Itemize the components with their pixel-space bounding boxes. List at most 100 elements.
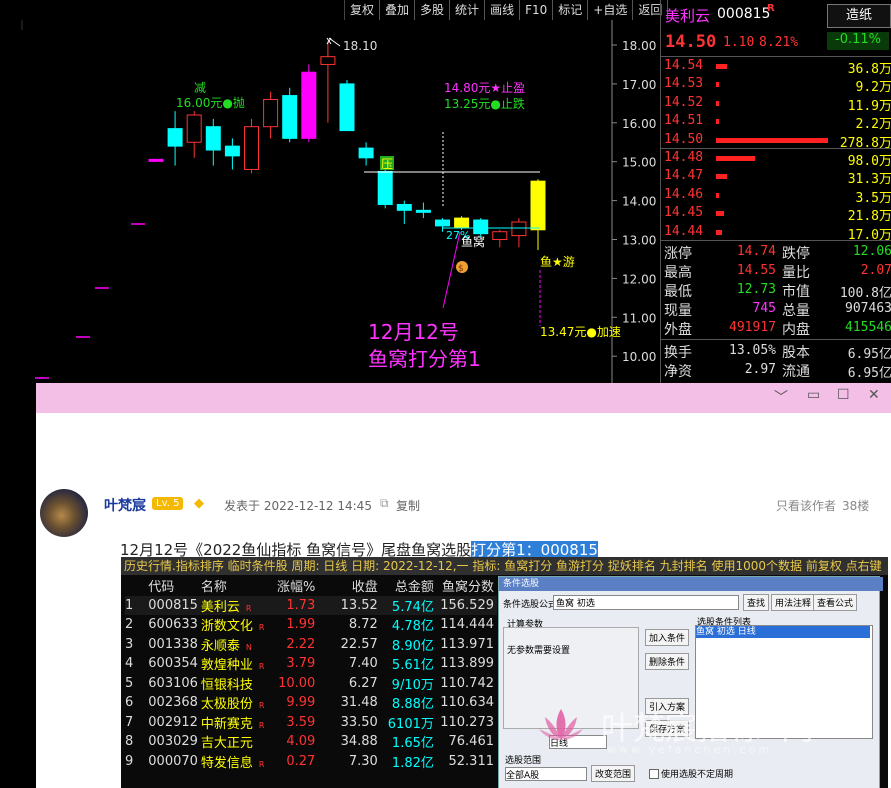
- floor-number: 38楼: [842, 499, 870, 513]
- table-row[interactable]: 6 002368 太极股份 R 9.99 31.48 8.88亿 110.634: [125, 693, 497, 713]
- column-header[interactable]: 鱼窝分数: [437, 576, 497, 596]
- candle: [301, 64, 317, 143]
- chart-toolbar: 复权 叠加 多股 统计 画线 F10 标记 +自选 返回: [344, 0, 669, 20]
- table-row[interactable]: 8 003029 吉大正元 4.09 34.88 1.65亿 76.461: [125, 732, 497, 752]
- row-name-text: 浙数文化: [200, 619, 253, 635]
- stat-label: 最高: [664, 265, 692, 281]
- ask-row: 14.51 2.2万: [664, 113, 891, 132]
- table-row[interactable]: 1 000815 美利云 R 1.73 13.52 5.74亿 156.529: [125, 595, 497, 616]
- copy-icon: ⧉: [380, 496, 389, 510]
- take-profit-label: 14.80元★止盈: [444, 81, 525, 95]
- toolbar-button[interactable]: 多股: [415, 0, 451, 20]
- sector-button[interactable]: 造纸: [827, 4, 891, 28]
- column-header[interactable]: 代码: [148, 576, 201, 596]
- ask-price: 14.52: [664, 94, 704, 110]
- column-header[interactable]: 总金额: [381, 576, 437, 596]
- row-amount: 8.88亿: [391, 697, 434, 713]
- toolbar-button[interactable]: 叠加: [380, 0, 416, 20]
- row-score: 52.311: [448, 753, 495, 769]
- bid-volume-bar: [716, 192, 719, 198]
- column-header[interactable]: 收盘: [318, 576, 380, 596]
- lotus-logo-icon: [537, 705, 585, 745]
- row-number: 7: [125, 714, 134, 730]
- row-number: 6: [125, 695, 134, 711]
- future-checkbox[interactable]: [649, 769, 659, 779]
- view-formula-button[interactable]: 查看公式: [813, 594, 858, 611]
- formula-select[interactable]: 鱼窝 初选: [553, 595, 739, 610]
- column-header[interactable]: 名称: [201, 576, 269, 596]
- row-name: 美利云 R: [201, 596, 269, 616]
- table-row[interactable]: 4 600354 敦煌种业 R 3.79 7.40 5.61亿 113.899: [125, 654, 497, 674]
- toolbar-button[interactable]: 复权: [345, 0, 381, 20]
- bid-volume: 98.0万: [847, 154, 891, 169]
- candlestick-chart[interactable]: 18.00 17.00 16.00 15.00 14.00 13.00 12.00 11.00…: [0, 20, 660, 400]
- close-button[interactable]: ✕: [868, 387, 880, 403]
- toolbar-button[interactable]: F10: [520, 0, 554, 20]
- stat-value: 6.95亿: [847, 366, 891, 381]
- candle: [282, 87, 298, 143]
- candle: [186, 111, 202, 158]
- row-name-text: 中新赛克: [200, 716, 253, 732]
- toolbar-button[interactable]: 画线: [485, 0, 521, 20]
- username[interactable]: 叶梵宸: [104, 495, 146, 515]
- watermark-url: www.yefanchen.com: [607, 743, 773, 756]
- row-amount: 8.90亿: [391, 638, 434, 654]
- only-author-link[interactable]: 只看该作者: [776, 497, 836, 514]
- restore-button[interactable]: ▭: [807, 387, 820, 403]
- bid-row: 14.46 3.5万: [664, 187, 891, 206]
- row-change: 1.73: [286, 597, 316, 613]
- stat-label: 涨停: [664, 246, 692, 262]
- ask-volume: 11.9万: [847, 98, 891, 114]
- row-code: 003029: [148, 734, 198, 750]
- stat-label: 净资: [664, 364, 692, 380]
- ask-price: 14.54: [664, 58, 704, 73]
- stat-row: 净资 2.97 流通 6.95亿: [664, 361, 891, 381]
- embedded-screenshot: 历史行情.指标排序 临时条件股 周期: 日线 日期: 2022-12-12,一 …: [121, 557, 888, 788]
- add-condition-button[interactable]: 加入条件: [645, 629, 690, 646]
- table-row[interactable]: 3 001338 永顺泰 N 2.22 22.57 8.90亿 113.971: [125, 635, 497, 655]
- avatar[interactable]: [40, 489, 88, 537]
- ask-volume-bar: [716, 137, 828, 143]
- change-range-button[interactable]: 改变范围: [591, 765, 636, 782]
- collapse-button[interactable]: ﹀: [774, 387, 788, 407]
- delete-condition-button[interactable]: 删除条件: [645, 653, 690, 670]
- row-number: 3: [125, 636, 134, 652]
- stat-value: 12.06: [852, 244, 891, 259]
- y-tick-label: 18.00: [622, 39, 656, 53]
- row-change: 1.99: [286, 617, 316, 633]
- bid-row: 14.44 17.0万: [664, 224, 891, 243]
- table-row[interactable]: 7 002912 中新赛克 R 3.59 33.50 6101万 110.273: [125, 713, 497, 733]
- condition-list-item[interactable]: 鱼窝 初选 日线: [696, 626, 870, 638]
- row-close: 31.48: [340, 695, 378, 711]
- find-button[interactable]: 查找: [743, 594, 770, 611]
- candle: [358, 142, 374, 166]
- last-price: 14.50: [665, 32, 717, 52]
- row-number: 9: [125, 753, 134, 769]
- candle: [492, 229, 508, 248]
- diamond-icon: ◆: [194, 496, 204, 511]
- row-name: 恒银科技: [201, 674, 269, 694]
- table-row[interactable]: 9 000070 特发信息 R 0.27 7.30 1.82亿 52.311: [125, 752, 497, 772]
- row-flag: R: [258, 701, 265, 711]
- row-code: 000815: [148, 597, 198, 613]
- stat-value: 13.05%: [729, 343, 776, 358]
- toolbar-button[interactable]: 标记: [553, 0, 589, 20]
- toolbar-button[interactable]: 统计: [450, 0, 486, 20]
- table-row[interactable]: 2 600633 浙数文化 R 1.99 8.72 4.78亿 114.444: [125, 615, 497, 635]
- maximize-button[interactable]: ☐: [837, 387, 850, 403]
- bid-volume-bar: [716, 174, 727, 180]
- column-header[interactable]: 涨幅%: [269, 576, 319, 596]
- toolbar-button[interactable]: +自选: [588, 0, 634, 20]
- usage-button[interactable]: 用法注释: [771, 594, 816, 611]
- range-title: 选股范围: [505, 756, 542, 766]
- post-time: 发表于 2022-12-12 14:45: [224, 499, 372, 513]
- row-close: 33.50: [340, 714, 378, 730]
- ranking-table: 代码 名称 涨幅% 收盘 总金额 鱼窝分数 1 000815 美利云 R 1.73 13.52 5.74…: [125, 576, 497, 771]
- yuwo-label: 鱼窝: [461, 234, 485, 249]
- table-row[interactable]: 5 603106 恒银科技 10.00 6.27 9/10万 110.742: [125, 674, 497, 694]
- row-name: 永顺泰 N: [201, 635, 269, 655]
- copy-link[interactable]: 复制: [396, 497, 420, 514]
- row-flag: R: [245, 603, 252, 613]
- ask-row: 14.53 9.2万: [664, 76, 891, 95]
- row-change: 2.22: [286, 636, 316, 652]
